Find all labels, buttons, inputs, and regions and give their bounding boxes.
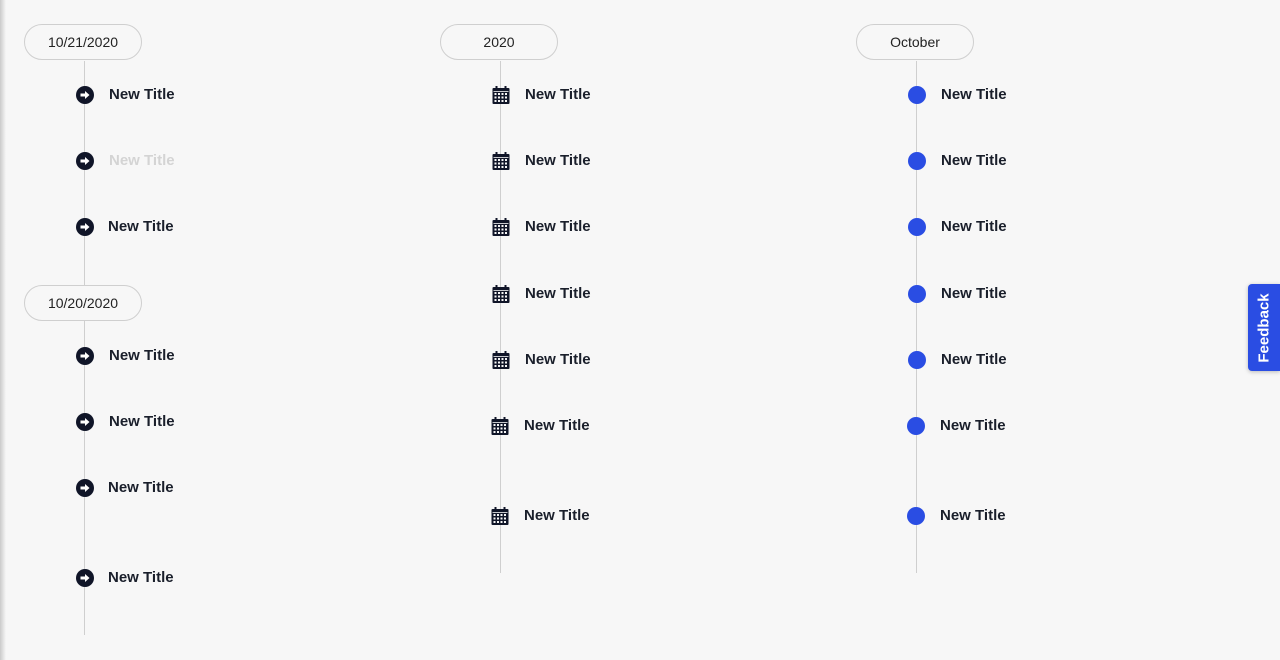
item-title: New Title xyxy=(940,417,1006,434)
dot-icon xyxy=(908,152,926,170)
dot-icon xyxy=(908,218,926,236)
year-pill[interactable]: 2020 xyxy=(440,24,558,60)
feedback-label: Feedback xyxy=(1255,292,1273,363)
left-edge-shadow xyxy=(0,0,6,660)
date-pill[interactable]: 10/21/2020 xyxy=(24,24,142,60)
item-title: New Title xyxy=(524,417,590,434)
item-title: New Title xyxy=(108,218,174,235)
arrow-right-circle-icon xyxy=(76,413,94,431)
item-title: New Title xyxy=(940,507,1006,524)
item-title: New Title xyxy=(109,347,175,364)
item-title: New Title xyxy=(941,152,1007,169)
item-title: New Title xyxy=(941,218,1007,235)
timeline-line xyxy=(916,61,917,573)
calendar-icon xyxy=(492,86,510,104)
calendar-icon xyxy=(491,507,509,525)
item-title: New Title xyxy=(525,152,591,169)
item-title: New Title xyxy=(109,152,175,169)
dot-icon xyxy=(908,86,926,104)
item-title: New Title xyxy=(109,413,175,430)
item-title: New Title xyxy=(941,285,1007,302)
arrow-right-circle-icon xyxy=(76,152,94,170)
item-title: New Title xyxy=(108,479,174,496)
arrow-right-circle-icon xyxy=(76,218,94,236)
calendar-icon xyxy=(492,351,510,369)
item-title: New Title xyxy=(525,285,591,302)
arrow-right-circle-icon xyxy=(76,479,94,497)
dot-icon xyxy=(907,417,925,435)
arrow-right-circle-icon xyxy=(76,86,94,104)
item-title: New Title xyxy=(108,569,174,586)
calendar-icon xyxy=(492,218,510,236)
item-title: New Title xyxy=(109,86,175,103)
item-title: New Title xyxy=(525,351,591,368)
arrow-right-circle-icon xyxy=(76,569,94,587)
calendar-icon xyxy=(491,417,509,435)
date-pill[interactable]: 10/20/2020 xyxy=(24,285,142,321)
arrow-right-circle-icon xyxy=(76,347,94,365)
dot-icon xyxy=(908,285,926,303)
feedback-tab[interactable]: Feedback xyxy=(1248,284,1280,371)
item-title: New Title xyxy=(525,218,591,235)
timeline-line xyxy=(500,61,501,573)
item-title: New Title xyxy=(524,507,590,524)
item-title: New Title xyxy=(941,351,1007,368)
item-title: New Title xyxy=(941,86,1007,103)
month-pill[interactable]: October xyxy=(856,24,974,60)
item-title: New Title xyxy=(525,86,591,103)
dot-icon xyxy=(908,351,926,369)
dot-icon xyxy=(907,507,925,525)
calendar-icon xyxy=(492,152,510,170)
calendar-icon xyxy=(492,285,510,303)
